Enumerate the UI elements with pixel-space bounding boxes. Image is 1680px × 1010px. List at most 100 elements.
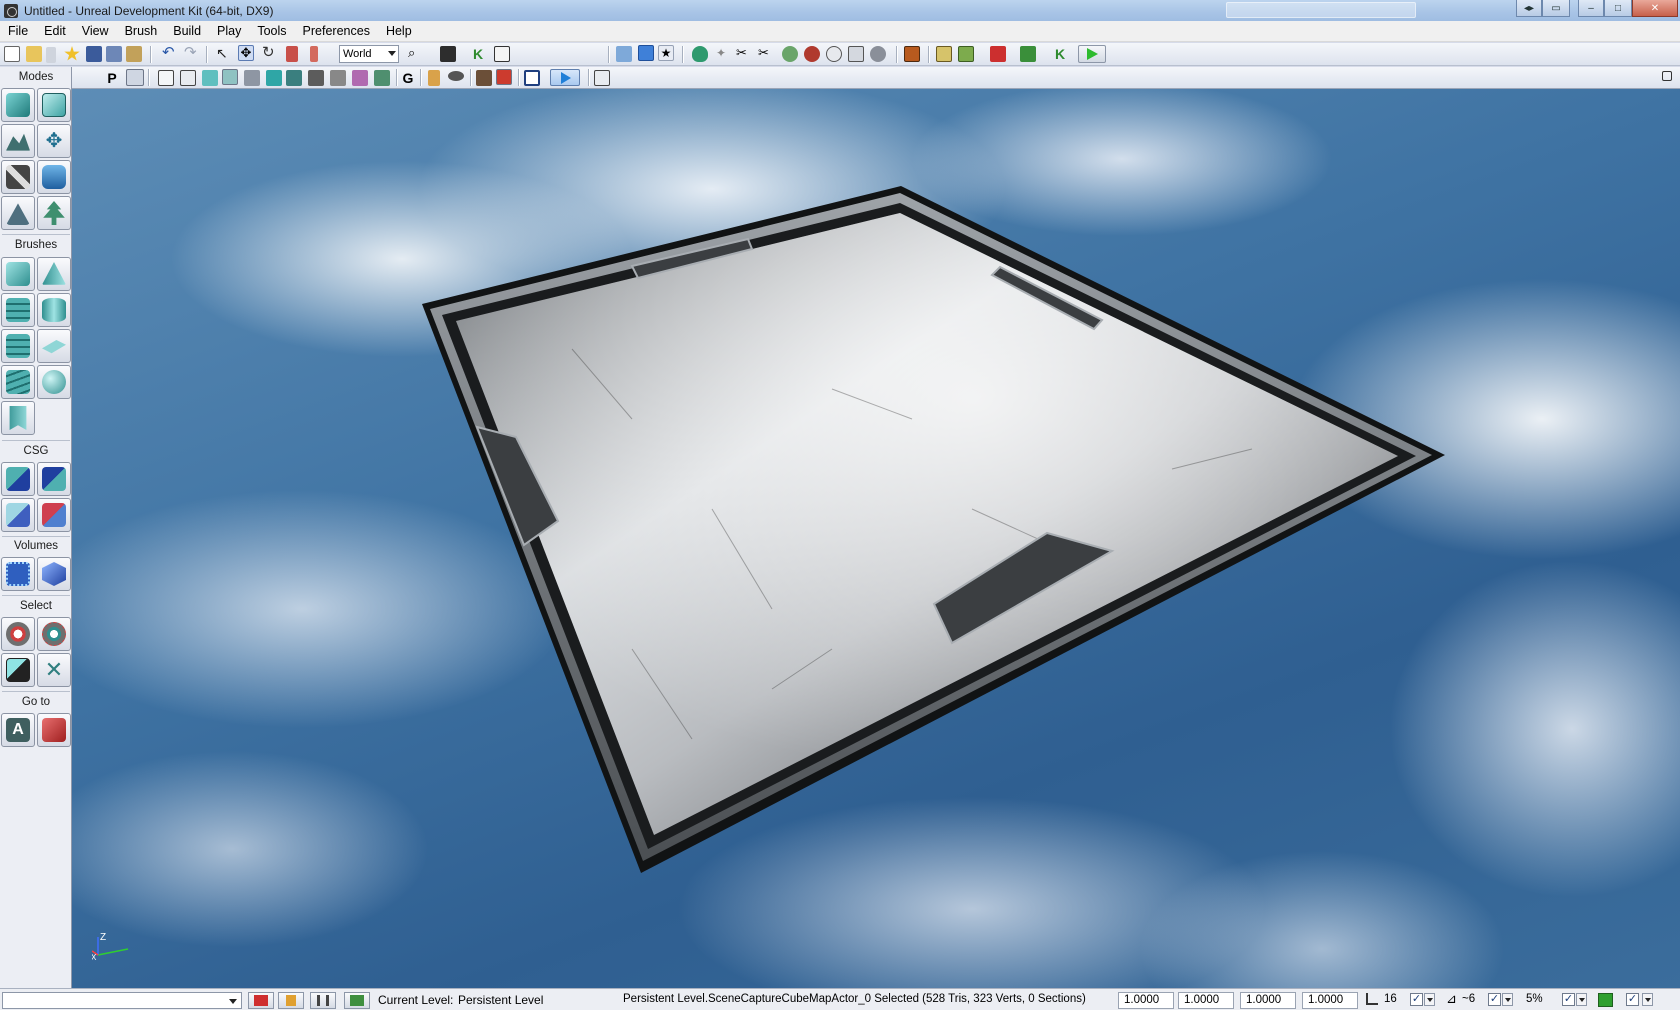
- landscape-button[interactable]: [1, 196, 35, 230]
- kismet-k-button[interactable]: K: [470, 46, 486, 62]
- stop-build-button[interactable]: [248, 992, 274, 1009]
- show-selected-button[interactable]: [1, 617, 35, 651]
- viewport-restore-icon[interactable]: [1662, 71, 1672, 81]
- menu-edit[interactable]: Edit: [36, 21, 74, 42]
- unreal-app-icon[interactable]: [4, 3, 18, 18]
- menu-tools[interactable]: Tools: [249, 21, 294, 42]
- volume-list-button[interactable]: [37, 557, 71, 591]
- shader-complexity-icon[interactable]: [330, 70, 346, 86]
- minimize-button[interactable]: –: [1578, 0, 1604, 17]
- translate-mode-button[interactable]: ✥: [37, 124, 71, 158]
- current-level-value[interactable]: Persistent Level: [458, 993, 543, 1007]
- geometry-mode-button[interactable]: [37, 88, 71, 122]
- game-view-g-button[interactable]: G: [400, 70, 416, 86]
- reflections-icon[interactable]: [374, 70, 390, 86]
- translate-tool-icon[interactable]: ✥: [238, 45, 254, 61]
- mobile-preview-icon[interactable]: [1020, 46, 1036, 62]
- menu-view[interactable]: View: [74, 21, 117, 42]
- content-browser-icon[interactable]: [848, 46, 864, 62]
- lighting-bulb-icon[interactable]: ✦: [716, 46, 732, 62]
- select-cursor-icon[interactable]: ↖: [216, 46, 232, 62]
- menu-brush[interactable]: Brush: [117, 21, 166, 42]
- drag-grid-z-field[interactable]: 1.0000: [1240, 992, 1296, 1009]
- float-viewport-icon[interactable]: [594, 70, 610, 86]
- wireframe-icon[interactable]: [180, 70, 196, 86]
- menu-build[interactable]: Build: [165, 21, 209, 42]
- unrealkismet-button[interactable]: K: [1052, 46, 1068, 62]
- csg-add-button[interactable]: [1, 462, 35, 496]
- drag-grid-w-field[interactable]: 1.0000: [1302, 992, 1358, 1009]
- matinee-icon[interactable]: [494, 46, 510, 62]
- select-all-button[interactable]: [1, 653, 35, 687]
- maximize-viewport-icon[interactable]: [524, 70, 540, 86]
- realtime-toggle-icon[interactable]: [638, 45, 654, 61]
- recent-dropdown-icon[interactable]: [46, 47, 56, 63]
- build-all-icon[interactable]: [782, 46, 798, 62]
- rotation-snap-checkbox[interactable]: ✓: [1488, 993, 1501, 1006]
- lighting-only-icon[interactable]: [266, 70, 282, 86]
- restore-panel-button[interactable]: ▭: [1542, 0, 1570, 17]
- float-toggle-button[interactable]: ◂▸: [1516, 0, 1542, 17]
- coordinate-system-select[interactable]: World: [339, 45, 399, 63]
- spiral-stair-brush-button[interactable]: [1, 365, 35, 399]
- unlit-icon[interactable]: [202, 70, 218, 86]
- save-levels-icon[interactable]: [126, 46, 142, 62]
- goto-builder-brush-button[interactable]: [37, 713, 71, 747]
- play-in-viewport-button[interactable]: [550, 69, 580, 86]
- goto-actor-button[interactable]: A: [1, 713, 35, 747]
- autosave-icon[interactable]: [1598, 993, 1613, 1007]
- lighting-quality-icon[interactable]: [804, 46, 820, 62]
- scale-tool-icon[interactable]: [286, 46, 298, 62]
- csg-subtract-button[interactable]: [37, 462, 71, 496]
- grid-size-dropdown[interactable]: [1424, 993, 1435, 1006]
- lightmap-density-icon[interactable]: [352, 70, 368, 86]
- lock-icon[interactable]: [428, 70, 440, 86]
- light-bulb-icon[interactable]: [826, 46, 842, 62]
- close-button[interactable]: ✕: [1632, 0, 1678, 17]
- menu-play[interactable]: Play: [209, 21, 249, 42]
- lit-icon[interactable]: [222, 69, 238, 85]
- autosave-dropdown[interactable]: [1642, 993, 1653, 1006]
- save-all-icon[interactable]: [106, 46, 122, 62]
- build-cover-icon[interactable]: ✂: [758, 46, 774, 62]
- detail-lighting-icon[interactable]: [244, 70, 260, 86]
- camera-pilot-icon[interactable]: [476, 70, 492, 86]
- titlebar-search-field[interactable]: [1226, 2, 1416, 18]
- light-complexity-icon[interactable]: [286, 70, 302, 86]
- binoculars-icon[interactable]: ⌕: [408, 46, 424, 62]
- cube-brush-button[interactable]: [1, 257, 35, 291]
- csg-intersect-button[interactable]: [1, 498, 35, 532]
- scale-snap-checkbox[interactable]: ✓: [1562, 993, 1575, 1006]
- kismet-editor-icon[interactable]: [440, 46, 456, 62]
- sheet-brush-button[interactable]: [37, 329, 71, 363]
- play-on-console-icon[interactable]: [990, 46, 1006, 62]
- viewport-type-icon[interactable]: [126, 69, 144, 86]
- drag-grid-x-field[interactable]: 1.0000: [1118, 992, 1174, 1009]
- favorites-star-icon[interactable]: [64, 46, 80, 61]
- cylinder-brush-button[interactable]: [37, 293, 71, 327]
- linear-stair-brush-button[interactable]: [1, 329, 35, 363]
- sphere-brush-button[interactable]: [37, 365, 71, 399]
- drag-grid-toggle-button[interactable]: [278, 992, 304, 1009]
- play-button[interactable]: [1078, 45, 1106, 63]
- undo-icon[interactable]: ↶: [162, 45, 178, 62]
- menu-file[interactable]: File: [0, 21, 36, 42]
- build-geometry-icon[interactable]: [692, 46, 708, 62]
- save-icon[interactable]: [86, 46, 102, 62]
- rotate-tool-icon[interactable]: ↻: [262, 45, 278, 62]
- scale-snap-dropdown[interactable]: [1576, 993, 1587, 1006]
- autosave-checkbox[interactable]: ✓: [1626, 993, 1639, 1006]
- foliage-button[interactable]: [37, 196, 71, 230]
- menu-help[interactable]: Help: [378, 21, 420, 42]
- rotation-snap-dropdown[interactable]: [1502, 993, 1513, 1006]
- terrain-mode-button[interactable]: [1, 124, 35, 158]
- camera-mode-button[interactable]: [1, 88, 35, 122]
- invert-selection-button[interactable]: ✕: [37, 653, 71, 687]
- mesh-paint-button[interactable]: [37, 160, 71, 194]
- perspective-viewport[interactable]: Z X: [72, 89, 1680, 988]
- command-input[interactable]: [2, 992, 242, 1009]
- build-paths-icon[interactable]: ✂: [736, 46, 752, 62]
- play-on-pc-icon[interactable]: [958, 46, 974, 62]
- menu-preferences[interactable]: Preferences: [295, 21, 378, 42]
- show-flags-star-icon[interactable]: ★: [658, 45, 674, 61]
